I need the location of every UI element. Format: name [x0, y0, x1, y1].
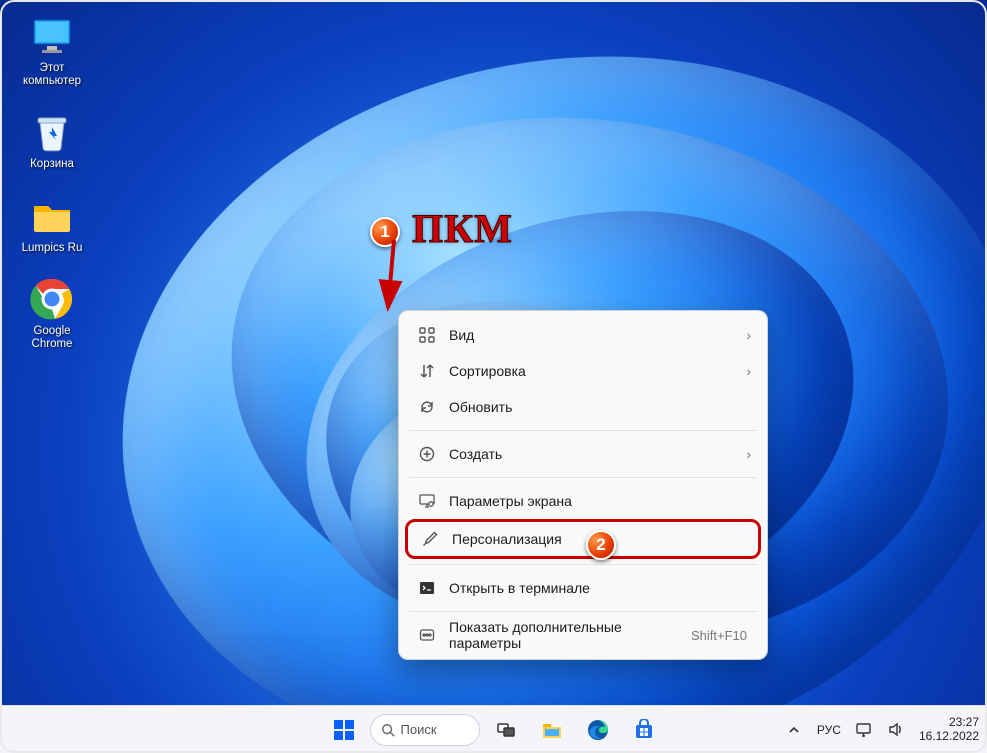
- annotation-arrow: [330, 232, 420, 322]
- desktop-icon-folder[interactable]: Lumpics Ru: [14, 194, 90, 255]
- grid-icon: [415, 327, 439, 343]
- context-menu: Вид › Сортировка › Обновить Создать › Па…: [398, 310, 768, 660]
- menu-item-personalization[interactable]: Персонализация: [405, 519, 761, 559]
- menu-item-refresh[interactable]: Обновить: [405, 389, 761, 425]
- taskbar-search[interactable]: Поиск: [370, 714, 480, 746]
- sort-icon: [415, 363, 439, 379]
- taskbar-tray: РУС 23:27 16.12.2022: [785, 716, 979, 744]
- menu-item-label: Сортировка: [439, 363, 746, 379]
- menu-item-display-settings[interactable]: Параметры экрана: [405, 483, 761, 519]
- menu-item-label: Показать дополнительные параметры: [439, 619, 691, 651]
- volume-icon: [887, 721, 904, 738]
- menu-item-label: Параметры экрана: [439, 493, 751, 509]
- search-icon: [381, 723, 395, 737]
- desktop-icon-label: Корзина: [30, 158, 74, 171]
- annotation-step-2: 2: [586, 530, 616, 560]
- menu-item-label: Вид: [439, 327, 746, 343]
- task-view-icon: [496, 720, 516, 740]
- start-button[interactable]: [324, 710, 364, 750]
- display-settings-icon: [415, 493, 439, 509]
- tray-clock[interactable]: 23:27 16.12.2022: [919, 716, 979, 744]
- chevron-right-icon: ›: [746, 327, 751, 343]
- file-explorer-icon: [541, 719, 563, 741]
- menu-separator: [409, 430, 757, 431]
- menu-item-label: Создать: [439, 446, 746, 462]
- menu-item-open-terminal[interactable]: Открыть в терминале: [405, 570, 761, 606]
- desktop-icons: Этоткомпьютер Корзина Lumpics Ru GoogleC…: [14, 14, 90, 351]
- windows-logo-icon: [333, 719, 355, 741]
- menu-separator: [409, 564, 757, 565]
- more-options-icon: [415, 627, 439, 643]
- tray-overflow[interactable]: [785, 721, 803, 739]
- brush-icon: [418, 531, 442, 547]
- desktop-icon-recycle-bin[interactable]: Корзина: [14, 110, 90, 171]
- task-view-button[interactable]: [486, 710, 526, 750]
- chevron-right-icon: ›: [746, 446, 751, 462]
- chevron-right-icon: ›: [746, 363, 751, 379]
- network-icon: [855, 721, 872, 738]
- desktop-icon-label: Этоткомпьютер: [23, 62, 81, 88]
- chevron-up-icon: [788, 724, 800, 736]
- desktop-icon-chrome[interactable]: GoogleChrome: [14, 277, 90, 351]
- taskbar-center: Поиск: [324, 710, 664, 750]
- menu-item-show-more[interactable]: Показать дополнительные параметры Shift+…: [405, 617, 761, 653]
- tray-date: 16.12.2022: [919, 730, 979, 744]
- taskbar-app-explorer[interactable]: [532, 710, 572, 750]
- recycle-bin-icon: [30, 110, 74, 154]
- menu-item-label: Открыть в терминале: [439, 580, 751, 596]
- edge-icon: [587, 719, 609, 741]
- monitor-icon: [30, 14, 74, 58]
- tray-language[interactable]: РУС: [817, 723, 841, 737]
- folder-icon: [30, 194, 74, 238]
- taskbar: Поиск РУС: [0, 705, 987, 753]
- menu-item-view[interactable]: Вид ›: [405, 317, 761, 353]
- terminal-icon: [415, 580, 439, 596]
- menu-separator: [409, 611, 757, 612]
- tray-volume[interactable]: [887, 721, 905, 739]
- annotation-label: ПКМ: [412, 205, 513, 252]
- plus-circle-icon: [415, 446, 439, 462]
- desktop-icon-label: GoogleChrome: [32, 325, 73, 351]
- taskbar-app-edge[interactable]: [578, 710, 618, 750]
- menu-item-label: Обновить: [439, 399, 751, 415]
- menu-separator: [409, 477, 757, 478]
- taskbar-search-placeholder: Поиск: [401, 722, 437, 737]
- desktop-icon-this-pc[interactable]: Этоткомпьютер: [14, 14, 90, 88]
- taskbar-app-store[interactable]: [624, 710, 664, 750]
- tray-network[interactable]: [855, 721, 873, 739]
- chrome-icon: [30, 277, 74, 321]
- menu-item-shortcut: Shift+F10: [691, 628, 751, 643]
- desktop[interactable]: Этоткомпьютер Корзина Lumpics Ru GoogleC…: [0, 0, 987, 753]
- desktop-icon-label: Lumpics Ru: [22, 242, 83, 255]
- refresh-icon: [415, 399, 439, 415]
- store-icon: [633, 719, 655, 741]
- menu-item-new[interactable]: Создать ›: [405, 436, 761, 472]
- tray-time: 23:27: [919, 716, 979, 730]
- menu-item-sort[interactable]: Сортировка ›: [405, 353, 761, 389]
